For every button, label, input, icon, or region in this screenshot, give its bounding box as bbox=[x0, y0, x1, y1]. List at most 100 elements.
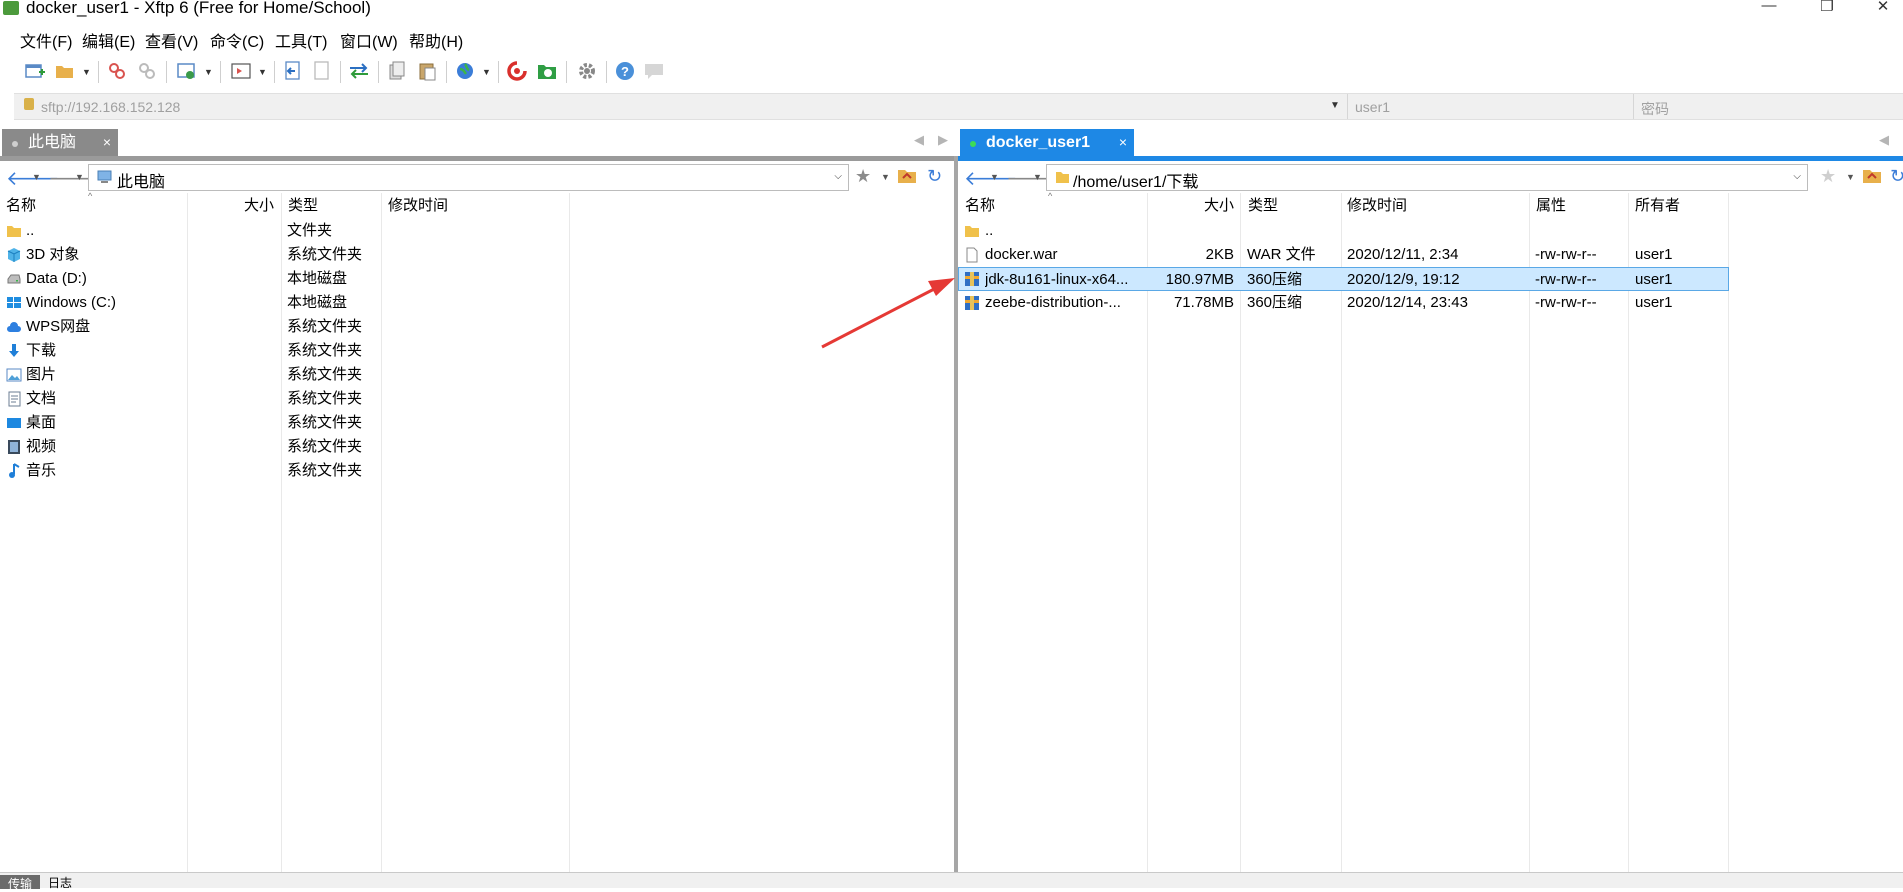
properties-icon[interactable] bbox=[175, 59, 199, 83]
copy-icon[interactable] bbox=[385, 59, 409, 83]
list-item[interactable]: 桌面 系统文件夹 bbox=[0, 411, 570, 435]
list-item[interactable]: 视频 系统文件夹 bbox=[0, 435, 570, 459]
item-type: 文件夹 bbox=[287, 222, 333, 239]
tab-log[interactable]: 日志 bbox=[48, 874, 72, 891]
local-path-field[interactable]: 此电脑 ⌵ bbox=[88, 164, 849, 191]
minimize-button[interactable]: — bbox=[1749, 0, 1789, 17]
item-type: 系统文件夹 bbox=[287, 390, 363, 407]
menu-command[interactable]: 命令(C) bbox=[210, 28, 264, 52]
col-size[interactable]: 大小 bbox=[244, 193, 274, 218]
col-owner[interactable]: 所有者 bbox=[1635, 193, 1680, 218]
menu-view[interactable]: 查看(V) bbox=[145, 28, 198, 52]
properties-dropdown-icon[interactable]: ▼ bbox=[204, 67, 213, 77]
list-item[interactable]: .. bbox=[958, 219, 1729, 243]
tab-scroll-arrows-icon[interactable]: ◀▶ bbox=[914, 132, 962, 148]
host-address-input[interactable]: sftp://192.168.152.128 bbox=[41, 99, 180, 115]
home-folder-icon[interactable] bbox=[897, 166, 917, 189]
paste-icon[interactable] bbox=[415, 59, 439, 83]
back-dropdown-icon[interactable]: ▼ bbox=[32, 172, 41, 182]
item-size: 71.78MB bbox=[1173, 294, 1234, 311]
xshell-icon[interactable] bbox=[505, 59, 529, 83]
menu-file[interactable]: 文件(F) bbox=[20, 28, 72, 52]
transfer-left-icon[interactable] bbox=[281, 59, 305, 83]
list-item[interactable]: 下载 系统文件夹 bbox=[0, 339, 570, 363]
list-item[interactable]: docker.war 2KB WAR 文件 2020/12/11, 2:34 -… bbox=[958, 243, 1729, 267]
col-name[interactable]: 名称 bbox=[965, 193, 995, 218]
menu-window[interactable]: 窗口(W) bbox=[340, 28, 398, 52]
forward-dropdown-icon[interactable]: ▼ bbox=[1033, 172, 1042, 182]
item-name: 桌面 bbox=[26, 414, 57, 431]
list-item[interactable]: zeebe-distribution-... 71.78MB 360压缩 202… bbox=[958, 291, 1729, 315]
new-session-icon[interactable] bbox=[23, 59, 47, 83]
list-item[interactable]: 3D 对象 系统文件夹 bbox=[0, 243, 570, 267]
menu-edit[interactable]: 编辑(E) bbox=[82, 28, 135, 52]
tab-docker-user1[interactable]: docker_user1 × bbox=[960, 129, 1134, 156]
list-item[interactable]: 音乐 系统文件夹 bbox=[0, 459, 570, 483]
refresh-icon[interactable]: ↻ bbox=[1890, 166, 1903, 187]
xftp-icon[interactable] bbox=[535, 59, 559, 83]
host-dropdown-icon[interactable]: ▼ bbox=[1330, 100, 1340, 111]
path-dropdown-icon[interactable]: ⌵ bbox=[834, 171, 842, 182]
tab-close-icon[interactable]: × bbox=[103, 129, 111, 156]
remote-path-field[interactable]: /home/user1/下载 ⌵ bbox=[1046, 164, 1808, 191]
restore-button[interactable]: ❐ bbox=[1807, 0, 1847, 17]
settings-gear-icon[interactable] bbox=[575, 59, 599, 83]
back-dropdown-icon[interactable]: ▼ bbox=[990, 172, 999, 182]
list-item[interactable]: Data (D:) 本地磁盘 bbox=[0, 267, 570, 291]
list-item[interactable]: 图片 系统文件夹 bbox=[0, 363, 570, 387]
tab-this-pc-label: 此电脑 bbox=[28, 134, 77, 151]
this-pc-icon bbox=[97, 170, 112, 183]
close-button[interactable]: ✕ bbox=[1863, 0, 1903, 17]
globe-icon[interactable] bbox=[453, 59, 477, 83]
col-modified[interactable]: 修改时间 bbox=[388, 193, 448, 218]
tab-this-pc[interactable]: 此电脑 × bbox=[2, 129, 118, 156]
menu-tools[interactable]: 工具(T) bbox=[275, 28, 327, 52]
disconnect-icon[interactable] bbox=[135, 59, 159, 83]
connect-icon[interactable] bbox=[105, 59, 129, 83]
col-modified[interactable]: 修改时间 bbox=[1347, 193, 1407, 218]
globe-dropdown-icon[interactable]: ▼ bbox=[482, 67, 491, 77]
pictures-icon bbox=[6, 368, 22, 382]
bookmark-star-icon[interactable]: ★ bbox=[1820, 166, 1836, 187]
chat-icon[interactable] bbox=[642, 59, 666, 83]
tab-scroll-arrows-icon[interactable]: ◀ bbox=[1879, 132, 1903, 148]
open-folder-icon[interactable] bbox=[53, 59, 77, 83]
col-size[interactable]: 大小 bbox=[1204, 193, 1234, 218]
tab-transfers[interactable]: 传输 bbox=[0, 875, 40, 891]
item-type: 系统文件夹 bbox=[287, 366, 363, 383]
menu-help[interactable]: 帮助(H) bbox=[409, 28, 463, 52]
terminal-icon[interactable] bbox=[229, 59, 253, 83]
forward-dropdown-icon[interactable]: ▼ bbox=[75, 172, 84, 182]
refresh-icon[interactable]: ↻ bbox=[927, 166, 942, 187]
path-dropdown-icon[interactable]: ⌵ bbox=[1793, 171, 1801, 182]
sync-icon[interactable] bbox=[347, 59, 371, 83]
list-item[interactable]: WPS网盘 系统文件夹 bbox=[0, 315, 570, 339]
address-bar: sftp://192.168.152.128 ▼ user1 密码 bbox=[14, 93, 1903, 120]
list-item[interactable]: .. 文件夹 bbox=[0, 219, 570, 243]
col-type[interactable]: 类型 bbox=[288, 193, 318, 218]
item-size: 2KB bbox=[1205, 246, 1234, 263]
toolbar: ▼ ▼ ▼ ▼ ? bbox=[0, 55, 1903, 89]
help-icon[interactable]: ? bbox=[613, 59, 637, 83]
list-item[interactable]: 文档 系统文件夹 bbox=[0, 387, 570, 411]
music-icon bbox=[9, 463, 20, 478]
list-item[interactable]: Windows (C:) 本地磁盘 bbox=[0, 291, 570, 315]
tab-close-icon[interactable]: × bbox=[1119, 129, 1127, 156]
window-title: docker_user1 - Xftp 6 (Free for Home/Sch… bbox=[26, 0, 371, 17]
item-type: 系统文件夹 bbox=[287, 342, 363, 359]
selected-list-item[interactable]: jdk-8u161-linux-x64... 180.97MB 360压缩 20… bbox=[958, 267, 1729, 291]
password-input[interactable]: 密码 bbox=[1641, 99, 1669, 119]
col-attributes[interactable]: 属性 bbox=[1536, 193, 1566, 218]
open-dropdown-icon[interactable]: ▼ bbox=[82, 67, 91, 77]
bookmark-star-icon[interactable]: ★ bbox=[855, 166, 871, 187]
terminal-dropdown-icon[interactable]: ▼ bbox=[258, 67, 267, 77]
item-name: jdk-8u161-linux-x64... bbox=[985, 271, 1129, 288]
bookmark-dropdown-icon[interactable]: ▼ bbox=[1846, 172, 1855, 182]
home-folder-icon[interactable] bbox=[1862, 166, 1882, 189]
bookmark-dropdown-icon[interactable]: ▼ bbox=[881, 172, 890, 182]
col-type[interactable]: 类型 bbox=[1248, 193, 1278, 218]
item-owner: user1 bbox=[1635, 246, 1673, 263]
col-name[interactable]: 名称 bbox=[6, 193, 36, 218]
username-input[interactable]: user1 bbox=[1355, 99, 1390, 115]
transfer-right-icon[interactable] bbox=[310, 59, 334, 83]
